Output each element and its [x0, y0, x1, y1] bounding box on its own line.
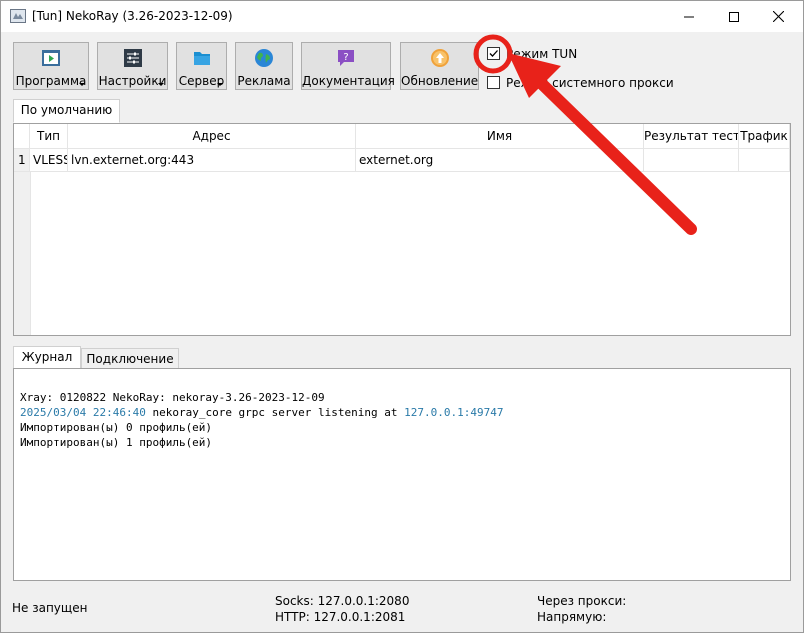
main-window: [Tun] NekoRay (3.26-2023-12-09) Программ…: [0, 0, 804, 633]
annotation-circle: [473, 34, 513, 74]
annotation-arrow-shaft: [535, 77, 697, 235]
annotation-overlay: [473, 34, 697, 235]
